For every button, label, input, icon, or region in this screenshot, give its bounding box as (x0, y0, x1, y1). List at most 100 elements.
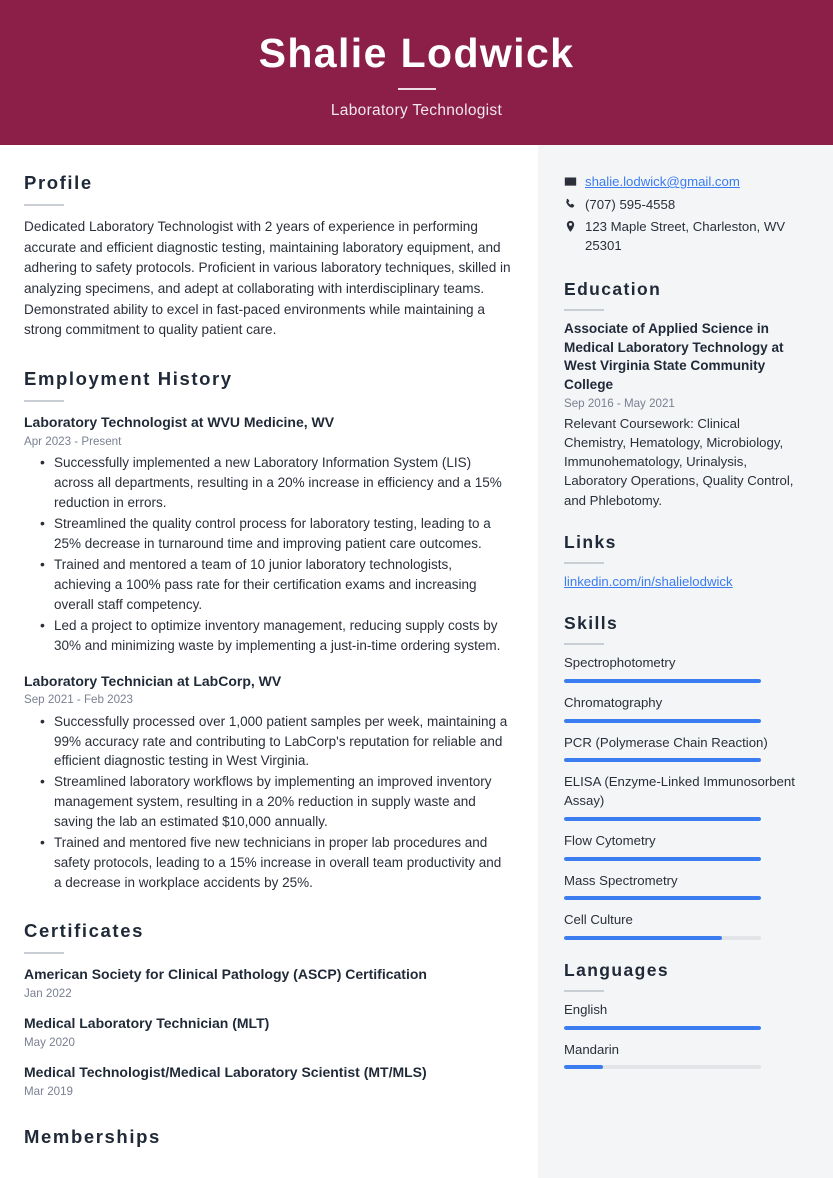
skill-item: Mass Spectrometry (564, 872, 801, 901)
job-bullet: Streamlined the quality control process … (40, 513, 512, 554)
resume-body: Profile Dedicated Laboratory Technologis… (0, 145, 833, 1178)
certificate-date: Mar 2019 (24, 1085, 73, 1099)
section-divider (24, 399, 64, 402)
section-links: Links linkedin.com/in/shalielodwick (564, 532, 801, 591)
section-certificates: Certificates American Society for Clinic… (24, 920, 512, 1099)
job-bullet-list: Successfully implemented a new Laborator… (24, 452, 512, 656)
section-heading-languages: Languages (564, 960, 669, 980)
section-divider (564, 990, 604, 992)
section-divider (24, 952, 64, 955)
skill-label: PCR (Polymerase Chain Reaction) (564, 734, 768, 750)
skill-item: Chromatography (564, 694, 801, 723)
skill-bar-fill (564, 816, 761, 821)
skill-item: Cell Culture (564, 911, 801, 940)
skill-bar-track (564, 718, 761, 723)
section-memberships: Memberships (24, 1126, 512, 1148)
skill-label: Mass Spectrometry (564, 872, 678, 888)
contact-address: 123 Maple Street, Charleston, WV 25301 (585, 219, 786, 254)
envelope-icon (564, 173, 581, 188)
education-date: Sep 2016 - May 2021 (564, 396, 675, 410)
header-divider (397, 88, 436, 91)
section-education: Education Associate of Applied Science i… (564, 279, 801, 510)
section-skills: Skills Spectrophotometry Chromatography … (564, 613, 801, 940)
certificate-date: Jan 2022 (24, 987, 72, 1001)
section-heading-links: Links (564, 531, 617, 552)
section-heading-certificates: Certificates (24, 920, 144, 942)
job-date: Sep 2021 - Feb 2023 (24, 693, 133, 707)
section-divider (564, 561, 604, 564)
language-item: English (564, 1001, 801, 1030)
skill-bar-fill (564, 896, 761, 901)
job-title: Laboratory Technician at LabCorp, WV (24, 672, 282, 689)
language-bar-track (564, 1025, 761, 1030)
section-heading-education: Education (564, 278, 662, 299)
job-bullet: Successfully implemented a new Laborator… (40, 452, 512, 513)
skill-bar-fill (564, 718, 761, 723)
language-bar-fill (564, 1025, 761, 1030)
section-divider (24, 204, 64, 206)
language-bar-track (564, 1065, 761, 1070)
skill-bar-track (564, 758, 761, 763)
certificate-title: Medical Laboratory Technician (MLT) (24, 1015, 270, 1032)
job-bullet: Trained and mentored five new technician… (40, 832, 512, 893)
job-bullet: Streamlined laboratory workflows by impl… (40, 771, 512, 832)
resume-header: Shalie Lodwick Laboratory Technologist (0, 0, 833, 145)
contact-row-address: 123 Maple Street, Charleston, WV 25301 (564, 218, 801, 255)
job-date: Apr 2023 - Present (24, 434, 122, 448)
language-label: Mandarin (564, 1041, 619, 1057)
job-bullet: Successfully processed over 1,000 patien… (40, 711, 512, 772)
certificate-entry: Medical Technologist/Medical Laboratory … (24, 1063, 512, 1099)
job-bullet: Trained and mentored a team of 10 junior… (40, 554, 512, 615)
skill-bar-fill (564, 856, 761, 861)
education-title: Associate of Applied Science in Medical … (564, 320, 784, 393)
skill-label: Spectrophotometry (564, 655, 676, 671)
certificate-entry: Medical Laboratory Technician (MLT) May … (24, 1014, 512, 1050)
skill-bar-fill (564, 678, 761, 683)
skill-item: ELISA (Enzyme-Linked Immunosorbent Assay… (564, 773, 801, 821)
main-column: Profile Dedicated Laboratory Technologis… (0, 145, 538, 1178)
section-employment-history: Employment History Laboratory Technologi… (24, 368, 512, 893)
skill-label: Chromatography (564, 694, 663, 710)
language-label: English (564, 1002, 608, 1017)
section-heading-employment: Employment History (24, 367, 233, 389)
skill-label: ELISA (Enzyme-Linked Immunosorbent Assay… (564, 774, 795, 809)
skill-bar-track (564, 678, 761, 683)
section-heading-profile: Profile (24, 172, 93, 193)
employment-entry: Laboratory Technologist at WVU Medicine,… (24, 413, 512, 656)
header-job-title: Laboratory Technologist (330, 102, 503, 120)
certificate-date: May 2020 (24, 1036, 75, 1050)
skill-bar-track (564, 856, 761, 861)
skill-label: Flow Cytometry (564, 832, 656, 848)
resume-page: Shalie Lodwick Laboratory Technologist P… (0, 0, 833, 1178)
page-title: Shalie Lodwick (258, 29, 575, 76)
skill-bar-track (564, 896, 761, 901)
job-bullet: Led a project to optimize inventory mana… (40, 615, 512, 656)
job-title: Laboratory Technologist at WVU Medicine,… (24, 413, 335, 430)
skill-item: PCR (Polymerase Chain Reaction) (564, 734, 801, 763)
language-item: Mandarin (564, 1041, 801, 1070)
location-pin-icon (564, 218, 581, 233)
profile-text: Dedicated Laboratory Technologist with 2… (24, 219, 511, 338)
sidebar-column: shalie.lodwick@gmail.com (707) 595-4558 (538, 145, 833, 1178)
employment-entry: Laboratory Technician at LabCorp, WV Sep… (24, 672, 512, 894)
section-heading-memberships: Memberships (24, 1126, 161, 1148)
skill-bar-fill (564, 758, 761, 763)
contact-email[interactable]: shalie.lodwick@gmail.com (581, 173, 740, 192)
contact-row-phone: (707) 595-4558 (564, 196, 801, 215)
section-divider (564, 643, 604, 646)
education-description: Relevant Coursework: Clinical Chemistry,… (564, 415, 794, 508)
certificate-title: Medical Technologist/Medical Laboratory … (24, 1064, 427, 1081)
contact-row-email: shalie.lodwick@gmail.com (564, 173, 801, 192)
skill-item: Flow Cytometry (564, 832, 801, 861)
section-languages: Languages English Mandarin (564, 960, 801, 1070)
link-linkedin[interactable]: linkedin.com/in/shalielodwick (564, 574, 733, 589)
job-bullet-list: Successfully processed over 1,000 patien… (24, 711, 512, 894)
section-profile: Profile Dedicated Laboratory Technologis… (24, 172, 512, 341)
language-bar-fill (564, 1065, 604, 1070)
section-divider (564, 308, 604, 311)
certificate-title: American Society for Clinical Pathology … (24, 966, 427, 983)
skill-label: Cell Culture (564, 912, 633, 928)
contact-info-list: shalie.lodwick@gmail.com (707) 595-4558 (564, 173, 801, 256)
skill-bar-track (564, 936, 761, 940)
contact-phone: (707) 595-4558 (585, 196, 676, 212)
